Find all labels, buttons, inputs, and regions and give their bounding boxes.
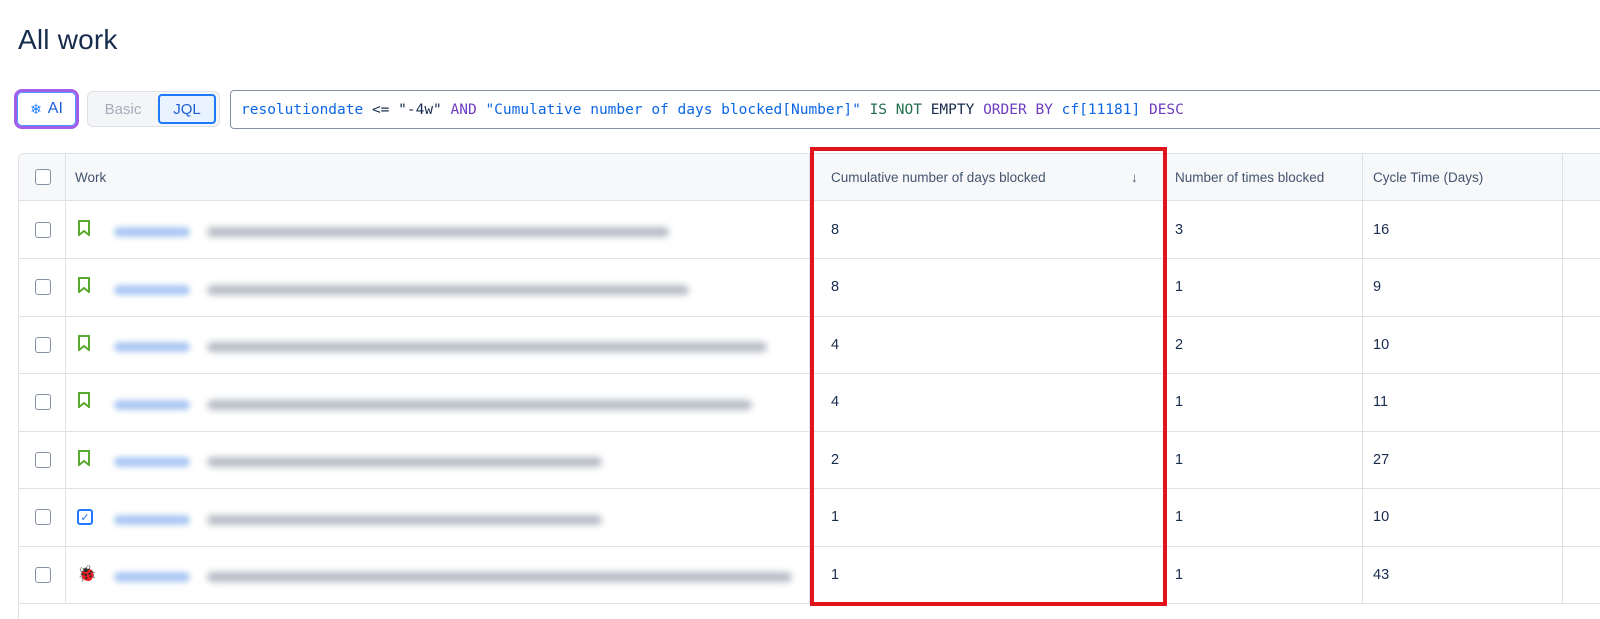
page-title: All work xyxy=(18,24,118,55)
row-select-cell xyxy=(35,374,51,431)
row-select-cell xyxy=(35,489,51,546)
row-checkbox[interactable] xyxy=(35,566,51,583)
cycle-time-cell: 9 xyxy=(1373,279,1382,295)
cycle-time-cell: 10 xyxy=(1373,509,1390,525)
jql-token: resolutiondate xyxy=(241,101,364,118)
table-row[interactable]: 4 1 11 xyxy=(19,373,1600,432)
bookmark-icon xyxy=(77,219,91,240)
bookmark-icon xyxy=(77,449,91,470)
row-select-cell xyxy=(35,201,51,258)
row-checkbox[interactable] xyxy=(35,451,51,468)
jql-mode-button[interactable]: JQL xyxy=(158,94,216,124)
row-select-cell xyxy=(35,316,51,373)
table-row[interactable]: 8 3 16 xyxy=(19,201,1600,259)
cycle-time-cell: 27 xyxy=(1373,451,1390,468)
work-item-key[interactable] xyxy=(114,514,190,525)
days-blocked-cell: 1 xyxy=(831,509,840,525)
days-blocked-cell: 4 xyxy=(831,394,840,410)
work-item-key[interactable] xyxy=(114,399,190,410)
table-row[interactable]: 2 1 27 xyxy=(19,431,1600,489)
cycle-time-cell: 43 xyxy=(1373,566,1390,583)
ai-button-label: AI xyxy=(47,100,63,117)
work-item-key[interactable] xyxy=(114,572,190,582)
work-item-summary[interactable] xyxy=(207,284,689,295)
search-mode-toggle: Basic JQL xyxy=(87,91,220,127)
times-blocked-cell: 3 xyxy=(1175,221,1184,238)
column-header-cycle-time[interactable]: Cycle Time (Days) xyxy=(1373,154,1483,200)
row-select-cell xyxy=(35,546,51,603)
jql-token: "-4w" xyxy=(398,101,442,118)
table-row[interactable]: 🐞 1 1 43 xyxy=(19,546,1600,604)
work-table: Work Cumulative number of days blocked ↓… xyxy=(18,153,1600,619)
checkbox-icon: ✓ xyxy=(77,509,93,525)
column-header-work[interactable]: Work xyxy=(75,154,106,200)
jql-token: DESC xyxy=(1140,101,1184,118)
select-all-checkbox[interactable] xyxy=(35,169,51,185)
work-type-cell: ✓ xyxy=(77,489,93,546)
bug-icon: 🐞 xyxy=(77,565,97,583)
column-header-days-blocked[interactable]: Cumulative number of days blocked xyxy=(831,154,1046,200)
times-blocked-cell: 1 xyxy=(1175,279,1184,295)
row-checkbox[interactable] xyxy=(35,336,51,353)
bookmark-icon xyxy=(77,334,91,355)
days-blocked-cell: 4 xyxy=(831,336,840,353)
work-item-summary[interactable] xyxy=(207,342,767,352)
jql-token: IS NOT xyxy=(860,101,931,118)
times-blocked-cell: 1 xyxy=(1175,509,1184,525)
row-checkbox[interactable] xyxy=(35,279,51,295)
row-select-cell xyxy=(35,431,51,488)
row-checkbox[interactable] xyxy=(35,509,51,525)
times-blocked-cell: 1 xyxy=(1175,451,1184,468)
column-header-times-blocked[interactable]: Number of times blocked xyxy=(1175,154,1324,200)
times-blocked-cell: 2 xyxy=(1175,336,1184,353)
work-type-cell xyxy=(77,201,91,258)
days-blocked-cell: 2 xyxy=(831,451,840,468)
arrow-down-icon[interactable]: ↓ xyxy=(1131,154,1138,200)
table-row[interactable]: 8 1 9 xyxy=(19,258,1600,317)
basic-mode-button[interactable]: Basic xyxy=(90,94,156,124)
table-row[interactable]: ✓ 1 1 10 xyxy=(19,488,1600,547)
cycle-time-cell: 11 xyxy=(1373,394,1389,410)
days-blocked-cell: 8 xyxy=(831,279,840,295)
work-item-key[interactable] xyxy=(114,342,190,352)
ai-search-button[interactable]: ❄ AI xyxy=(14,89,79,129)
work-type-cell xyxy=(77,374,91,431)
times-blocked-cell: 1 xyxy=(1175,394,1184,410)
cycle-time-cell: 16 xyxy=(1373,221,1390,238)
work-type-cell: 🐞 xyxy=(77,546,97,603)
jql-token: cf[11181] xyxy=(1061,101,1141,118)
work-type-cell xyxy=(77,431,91,488)
jql-token: AND xyxy=(441,101,486,118)
row-checkbox[interactable] xyxy=(35,394,51,410)
jql-token: EMPTY xyxy=(930,101,975,118)
bookmark-icon xyxy=(77,277,91,297)
work-item-key[interactable] xyxy=(114,284,190,295)
work-item-summary[interactable] xyxy=(207,514,602,525)
work-item-key[interactable] xyxy=(114,227,190,237)
jql-token: "Cumulative number of days blocked[Numbe… xyxy=(485,101,861,118)
jql-token: ORDER BY xyxy=(974,101,1062,118)
times-blocked-cell: 1 xyxy=(1175,566,1184,583)
work-item-summary[interactable] xyxy=(207,572,792,582)
cycle-time-cell: 10 xyxy=(1373,336,1390,353)
work-type-cell xyxy=(77,316,91,373)
row-select-cell xyxy=(35,259,51,316)
work-item-key[interactable] xyxy=(114,457,190,467)
work-type-cell xyxy=(77,259,91,316)
table-row[interactable]: 4 2 10 xyxy=(19,316,1600,374)
days-blocked-cell: 8 xyxy=(831,221,840,238)
table-header-row: Work Cumulative number of days blocked ↓… xyxy=(19,154,1600,201)
jql-token: <= xyxy=(363,101,399,118)
work-item-summary[interactable] xyxy=(207,227,669,237)
work-item-summary[interactable] xyxy=(207,399,752,410)
jql-query-input[interactable]: resolutiondate <= "-4w" AND "Cumulative … xyxy=(230,90,1600,129)
select-all-cell xyxy=(35,154,51,200)
work-item-summary[interactable] xyxy=(207,457,602,467)
row-checkbox[interactable] xyxy=(35,221,51,238)
sparkle-icon: ❄ xyxy=(30,100,42,117)
days-blocked-cell: 1 xyxy=(831,566,840,583)
bookmark-icon xyxy=(77,392,91,412)
